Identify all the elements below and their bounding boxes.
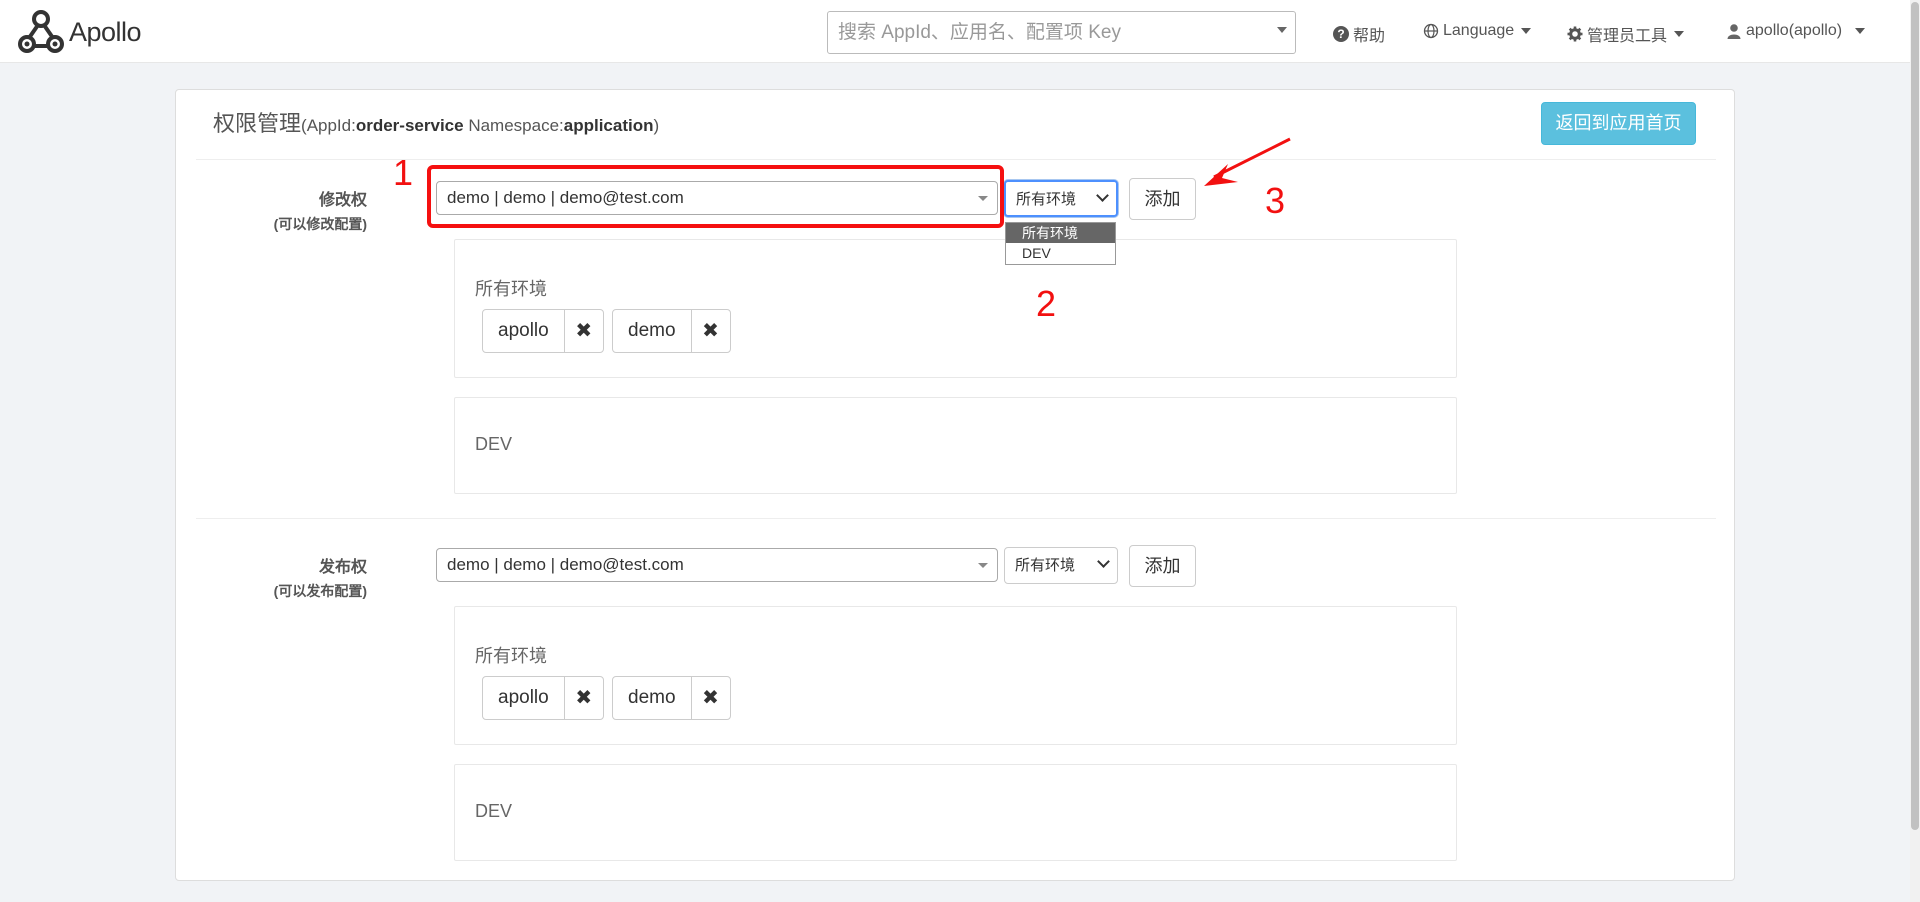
logo-text: Apollo bbox=[69, 16, 142, 47]
user-tag-name: apollo bbox=[483, 310, 565, 352]
annotation-step-2: 2 bbox=[1036, 283, 1057, 324]
annotation-arrow-icon bbox=[1204, 137, 1291, 186]
publish-env-select[interactable]: 所有环境 bbox=[1004, 547, 1118, 584]
remove-icon[interactable]: ✖ bbox=[692, 310, 730, 352]
env-name: DEV bbox=[475, 434, 513, 454]
env-block-all: 所有环境 apollo ✖ demo ✖ bbox=[454, 239, 1457, 378]
modify-env-select[interactable]: 所有环境 bbox=[1004, 180, 1118, 217]
user-tag-name: demo bbox=[613, 310, 692, 352]
section-title: 发布权 bbox=[318, 559, 367, 576]
publish-add-button[interactable]: 添加 bbox=[1129, 545, 1196, 587]
user-tag-apollo: apollo ✖ bbox=[482, 676, 604, 720]
language-label: Language bbox=[1443, 22, 1515, 39]
back-to-app-button[interactable]: 返回到应用首页 bbox=[1541, 102, 1696, 145]
gear-icon bbox=[1567, 26, 1583, 42]
appid-value: order-service bbox=[355, 116, 464, 135]
divider bbox=[196, 518, 1716, 519]
divider bbox=[196, 159, 1716, 160]
search-input[interactable] bbox=[828, 12, 1268, 53]
annotation-step-1: 1 bbox=[393, 152, 414, 193]
caret-down-icon bbox=[1674, 31, 1685, 37]
section-title: 修改权 bbox=[318, 192, 367, 209]
env-block-dev: DEV bbox=[454, 764, 1457, 861]
selected-user: demo | demo | demo@test.com bbox=[447, 555, 684, 574]
chevron-down-icon bbox=[978, 563, 988, 568]
env-block-all: 所有环境 apollo ✖ demo ✖ bbox=[454, 606, 1457, 745]
user-label: apollo(apollo) bbox=[1746, 22, 1843, 39]
top-navbar: Apollo ? 帮助 Language 管理员工具 bbox=[0, 0, 1910, 63]
selected-env: 所有环境 bbox=[1016, 191, 1077, 208]
apollo-logo-icon bbox=[18, 10, 64, 53]
user-tag-name: apollo bbox=[483, 677, 565, 719]
remove-icon[interactable]: ✖ bbox=[565, 677, 603, 719]
user-menu[interactable]: apollo(apollo) bbox=[1726, 22, 1866, 40]
chevron-down-icon bbox=[1097, 555, 1110, 568]
user-tag-demo: demo ✖ bbox=[612, 676, 731, 720]
user-tag-demo: demo ✖ bbox=[612, 309, 731, 353]
appid-label: AppId: bbox=[306, 116, 356, 135]
namespace-label: Namespace: bbox=[468, 116, 564, 135]
help-label: 帮助 bbox=[1353, 28, 1386, 45]
env-dropdown-list: 所有环境 DEV bbox=[1005, 222, 1116, 265]
apollo-logo[interactable]: Apollo bbox=[17, 9, 142, 55]
search-box[interactable] bbox=[827, 11, 1296, 54]
language-menu[interactable]: Language bbox=[1423, 22, 1532, 40]
help-link[interactable]: ? 帮助 bbox=[1333, 22, 1385, 46]
publish-user-select[interactable]: demo | demo | demo@test.com bbox=[436, 548, 998, 582]
question-circle-icon: ? bbox=[1333, 26, 1349, 42]
user-tag-apollo: apollo ✖ bbox=[482, 309, 604, 353]
env-name: 所有环境 bbox=[475, 646, 547, 666]
page-title-text: 权限管理 bbox=[213, 111, 302, 136]
env-name: 所有环境 bbox=[475, 279, 547, 299]
page-scrollbar[interactable] bbox=[1910, 0, 1920, 902]
modify-permission-label: 修改权 (可以修改配置) bbox=[217, 186, 367, 234]
caret-down-icon bbox=[1855, 28, 1866, 34]
remove-icon[interactable]: ✖ bbox=[692, 677, 730, 719]
namespace-value: application bbox=[563, 116, 654, 135]
admin-tools-label: 管理员工具 bbox=[1587, 28, 1668, 45]
scrollbar-thumb[interactable] bbox=[1911, 2, 1919, 830]
section-subtitle: (可以修改配置) bbox=[273, 216, 367, 232]
env-option-all[interactable]: 所有环境 bbox=[1006, 223, 1115, 243]
modify-add-button[interactable]: 添加 bbox=[1129, 178, 1196, 220]
env-block-dev: DEV bbox=[454, 397, 1457, 494]
env-option-dev[interactable]: DEV bbox=[1006, 243, 1115, 263]
globe-icon bbox=[1423, 23, 1439, 39]
user-tag-name: demo bbox=[613, 677, 692, 719]
annotation-highlight-box bbox=[427, 165, 1004, 228]
remove-icon[interactable]: ✖ bbox=[565, 310, 603, 352]
publish-permission-label: 发布权 (可以发布配置) bbox=[217, 553, 367, 601]
chevron-down-icon bbox=[1096, 189, 1109, 202]
user-icon bbox=[1727, 24, 1741, 39]
chevron-down-icon[interactable] bbox=[1277, 27, 1287, 33]
admin-tools-menu[interactable]: 管理员工具 bbox=[1567, 22, 1685, 46]
env-name: DEV bbox=[475, 801, 513, 821]
page-title: 权限管理(AppId:order-service Namespace:appli… bbox=[213, 111, 660, 136]
caret-down-icon bbox=[1521, 28, 1532, 34]
selected-env: 所有环境 bbox=[1015, 557, 1076, 574]
section-subtitle: (可以发布配置) bbox=[273, 583, 367, 599]
